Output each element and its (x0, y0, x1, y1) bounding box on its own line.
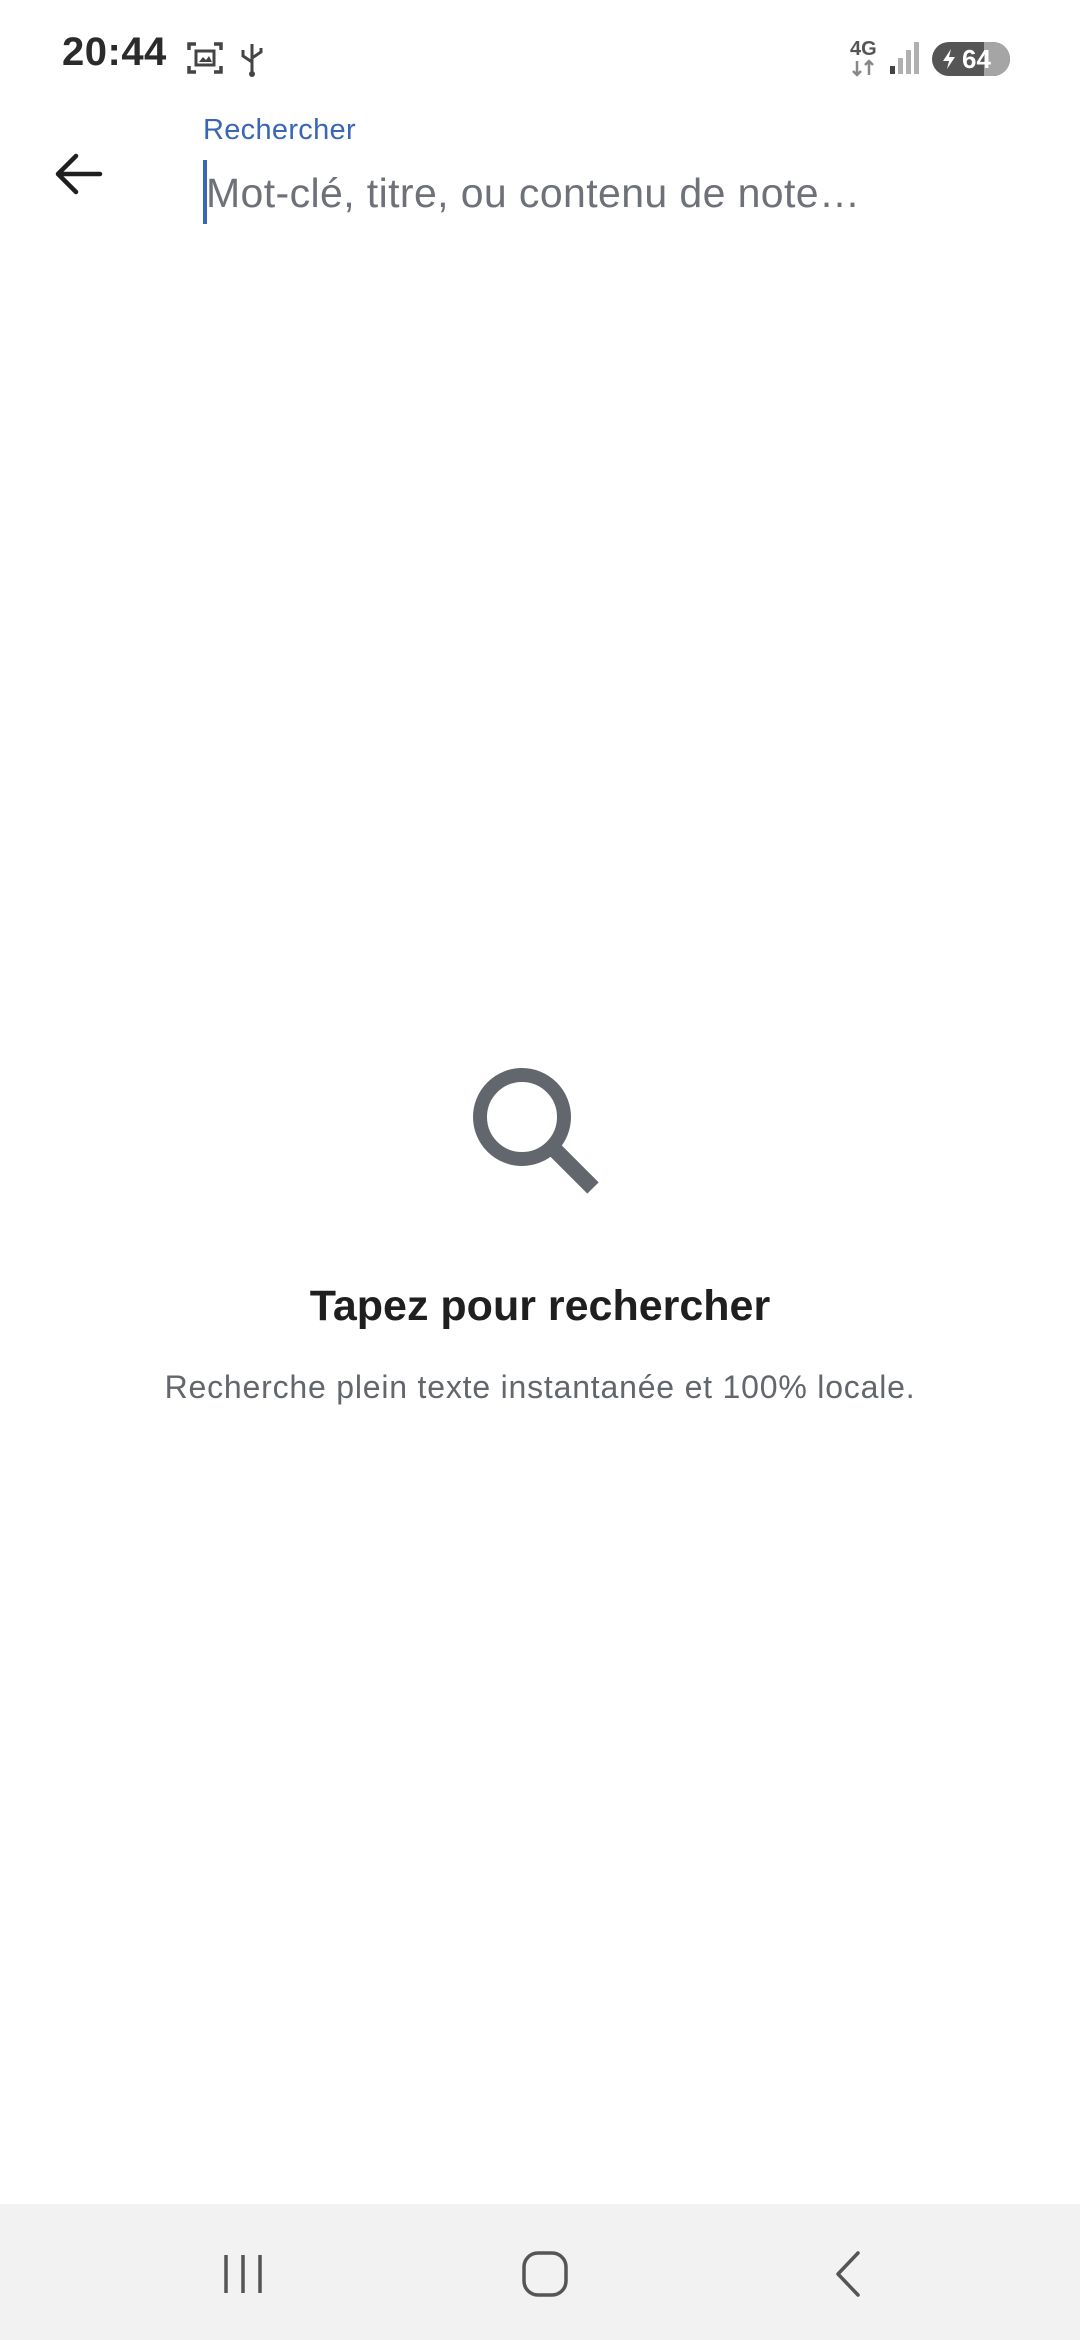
status-time: 20:44 (62, 30, 167, 74)
back-button[interactable] (42, 138, 114, 210)
system-back-button[interactable] (808, 2234, 888, 2314)
search-icon (473, 1068, 599, 1194)
battery-level: 64 (962, 44, 991, 74)
empty-state: Tapez pour rechercher Recherche plein te… (0, 1060, 1080, 1406)
status-bar: 20:44 4G 64 (0, 0, 1080, 118)
home-button[interactable] (505, 2234, 585, 2314)
battery-charging-icon: 64 (932, 42, 1010, 76)
search-screen: 20:44 4G 64 Rechercher Mot-clé, titre, o… (0, 0, 1080, 2340)
empty-state-title: Tapez pour rechercher (309, 1282, 771, 1330)
recent-apps-icon (224, 2255, 262, 2293)
bolt-icon (943, 49, 955, 69)
home-icon (522, 2251, 568, 2297)
arrow-left-icon (55, 153, 103, 195)
signal-icon (888, 40, 922, 81)
search-label: Rechercher (203, 114, 356, 146)
screenshot-icon (186, 40, 224, 81)
search-field[interactable]: Rechercher (203, 112, 1033, 232)
network-label: 4G (850, 38, 877, 60)
navigation-bar (0, 2204, 1080, 2340)
usb-icon (238, 40, 266, 83)
network-4g-icon: 4G (850, 38, 878, 77)
empty-state-subtitle: Recherche plein texte instantanée et 100… (164, 1369, 916, 1405)
back-icon (836, 2251, 860, 2297)
recent-apps-button[interactable] (203, 2234, 283, 2314)
search-input[interactable] (203, 160, 1026, 226)
